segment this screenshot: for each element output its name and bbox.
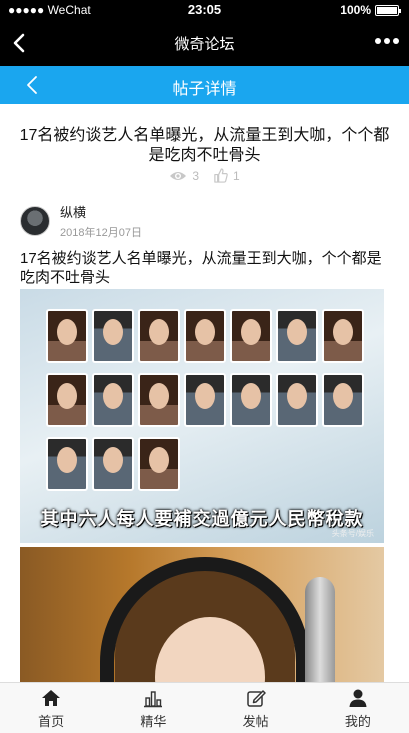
view-count: 3 <box>169 168 199 183</box>
celebrity-photo: 章子怡 <box>138 373 180 427</box>
celebrity-photo: 鹿晗 <box>276 373 318 427</box>
celebrity-photo: 陈伟霆 <box>276 309 318 363</box>
like-count[interactable]: 1 <box>213 168 240 183</box>
post-stats: 3 1 <box>0 168 409 183</box>
post-image-singer[interactable] <box>20 547 384 682</box>
home-icon <box>42 690 61 706</box>
post-image-celebrity-grid[interactable]: 杨幂黄晓明杨颖赵丽颖郑爽陈伟霆赵薇迪丽热巴吴京章子怡吴亦凡汪峰鹿晗黄渤徐峥陈思诚… <box>20 289 384 543</box>
view-count-value: 3 <box>192 168 199 183</box>
celebrity-photo: 黄渤 <box>322 373 364 427</box>
page-title: 帖子详情 <box>172 81 237 98</box>
celebrity-photo: 汪峰 <box>230 373 272 427</box>
tab-home-label: 首页 <box>38 714 65 729</box>
wechat-title: 微奇论坛 <box>174 36 235 53</box>
celebrity-photo-grid: 杨幂黄晓明杨颖赵丽颖郑爽陈伟霆赵薇迪丽热巴吴京章子怡吴亦凡汪峰鹿晗黄渤徐峥陈思诚… <box>46 309 364 491</box>
app-header: 帖子详情 <box>0 66 409 104</box>
tab-mine-label: 我的 <box>344 714 371 729</box>
battery-icon <box>375 4 401 16</box>
more-dot-icon <box>384 38 390 44</box>
author-avatar[interactable] <box>20 206 50 236</box>
status-bar: ●●●●● WeChat 23:05 100% <box>0 0 409 20</box>
celebrity-photo: 迪丽热巴 <box>46 373 88 427</box>
like-count-value: 1 <box>233 168 240 183</box>
headphones-shape <box>100 557 310 682</box>
celebrity-photo: 赵薇 <box>322 309 364 363</box>
celebrity-photo: 陈思诚 <box>92 437 134 491</box>
tab-featured[interactable]: 精华 <box>102 683 204 733</box>
celebrity-photo: 杨幂 <box>46 309 88 363</box>
chart-icon <box>144 691 163 708</box>
bottom-tab-bar: 首页 精华 发帖 我的 <box>0 682 409 733</box>
post-body-text: 17名被约谈艺人名单曝光，从流量王到大咖，个个都是吃肉不吐骨头 <box>20 250 382 286</box>
more-menu-button[interactable] <box>375 38 399 44</box>
edit-icon <box>246 690 266 707</box>
more-dot-icon <box>375 38 381 44</box>
eye-icon <box>170 171 187 180</box>
post-title: 17名被约谈艺人名单曝光，从流量王到大咖，个个都是吃肉不吐骨头 <box>19 127 390 164</box>
author-name: 纵横 <box>60 205 87 220</box>
tab-new-post-label: 发帖 <box>242 714 269 729</box>
celebrity-photo: 佟丽娅 <box>138 437 180 491</box>
tab-new-post[interactable]: 发帖 <box>205 683 307 733</box>
celebrity-photo: 黄晓明 <box>92 309 134 363</box>
thumbs-up-icon <box>214 168 228 183</box>
tab-mine[interactable]: 我的 <box>307 683 409 733</box>
tab-featured-label: 精华 <box>140 714 167 729</box>
post-content[interactable]: 17名被约谈艺人名单曝光，从流量王到大咖，个个都是吃肉不吐骨头 3 1 纵横 2… <box>0 104 409 682</box>
celebrity-photo: 徐峥 <box>46 437 88 491</box>
celebrity-photo: 赵丽颖 <box>184 309 226 363</box>
image-watermark: 头条号/娱乐 <box>331 529 374 538</box>
celebrity-photo: 杨颖 <box>138 309 180 363</box>
battery-indicator: 100% <box>340 3 401 17</box>
tab-home[interactable]: 首页 <box>0 683 102 733</box>
post-date: 2018年12月07日 <box>60 227 142 239</box>
battery-percent: 100% <box>340 3 371 17</box>
user-icon <box>349 689 367 707</box>
microphone-shape <box>305 577 335 682</box>
image-caption: 其中六人每人要補交過億元人民幣稅款 <box>40 509 364 529</box>
celebrity-photo: 吴京 <box>92 373 134 427</box>
celebrity-photo: 吴亦凡 <box>184 373 226 427</box>
celebrity-photo: 郑爽 <box>230 309 272 363</box>
wechat-nav-bar: 微奇论坛 <box>0 20 409 66</box>
author-block[interactable]: 纵横 2018年12月07日 <box>20 202 142 240</box>
more-dot-icon <box>393 38 399 44</box>
